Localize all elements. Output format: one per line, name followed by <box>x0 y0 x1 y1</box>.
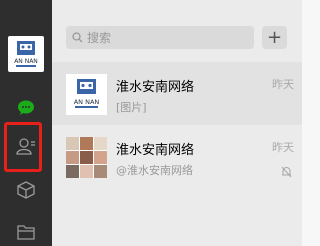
search-icon <box>72 32 83 43</box>
mute-bell-icon <box>281 166 292 178</box>
chat-time: 昨天 <box>272 141 294 154</box>
chat-list-panel: 搜索 + AN NAN 淮水安南网络 [图片] 昨天 淮水安南网络 @淮水安南网… <box>52 0 302 246</box>
chat-nav-icon[interactable] <box>0 90 52 126</box>
svg-text:AN NAN: AN NAN <box>74 98 100 106</box>
chat-time: 昨天 <box>272 78 294 91</box>
sidebar: AN NAN <box>0 0 52 246</box>
chat-preview: [图片] <box>116 101 147 114</box>
search-input[interactable]: 搜索 <box>66 26 254 49</box>
contacts-nav-icon[interactable] <box>0 128 52 164</box>
add-button[interactable]: + <box>262 26 287 49</box>
chat-preview: @淮水安南网络 <box>116 164 193 177</box>
user-avatar[interactable]: AN NAN <box>8 36 44 72</box>
svg-text:AN NAN: AN NAN <box>14 58 38 65</box>
chat-name: 淮水安南网络 <box>116 143 195 158</box>
chat-avatar: AN NAN <box>66 74 107 115</box>
chat-list-item[interactable]: AN NAN 淮水安南网络 [图片] 昨天 <box>52 62 302 125</box>
group-avatar <box>66 137 107 178</box>
folder-nav-icon[interactable] <box>0 214 52 246</box>
search-placeholder: 搜索 <box>87 31 112 45</box>
collection-nav-icon[interactable] <box>0 172 52 208</box>
chat-list-item[interactable]: 淮水安南网络 @淮水安南网络 昨天 <box>52 125 302 188</box>
chat-name: 淮水安南网络 <box>116 80 195 95</box>
